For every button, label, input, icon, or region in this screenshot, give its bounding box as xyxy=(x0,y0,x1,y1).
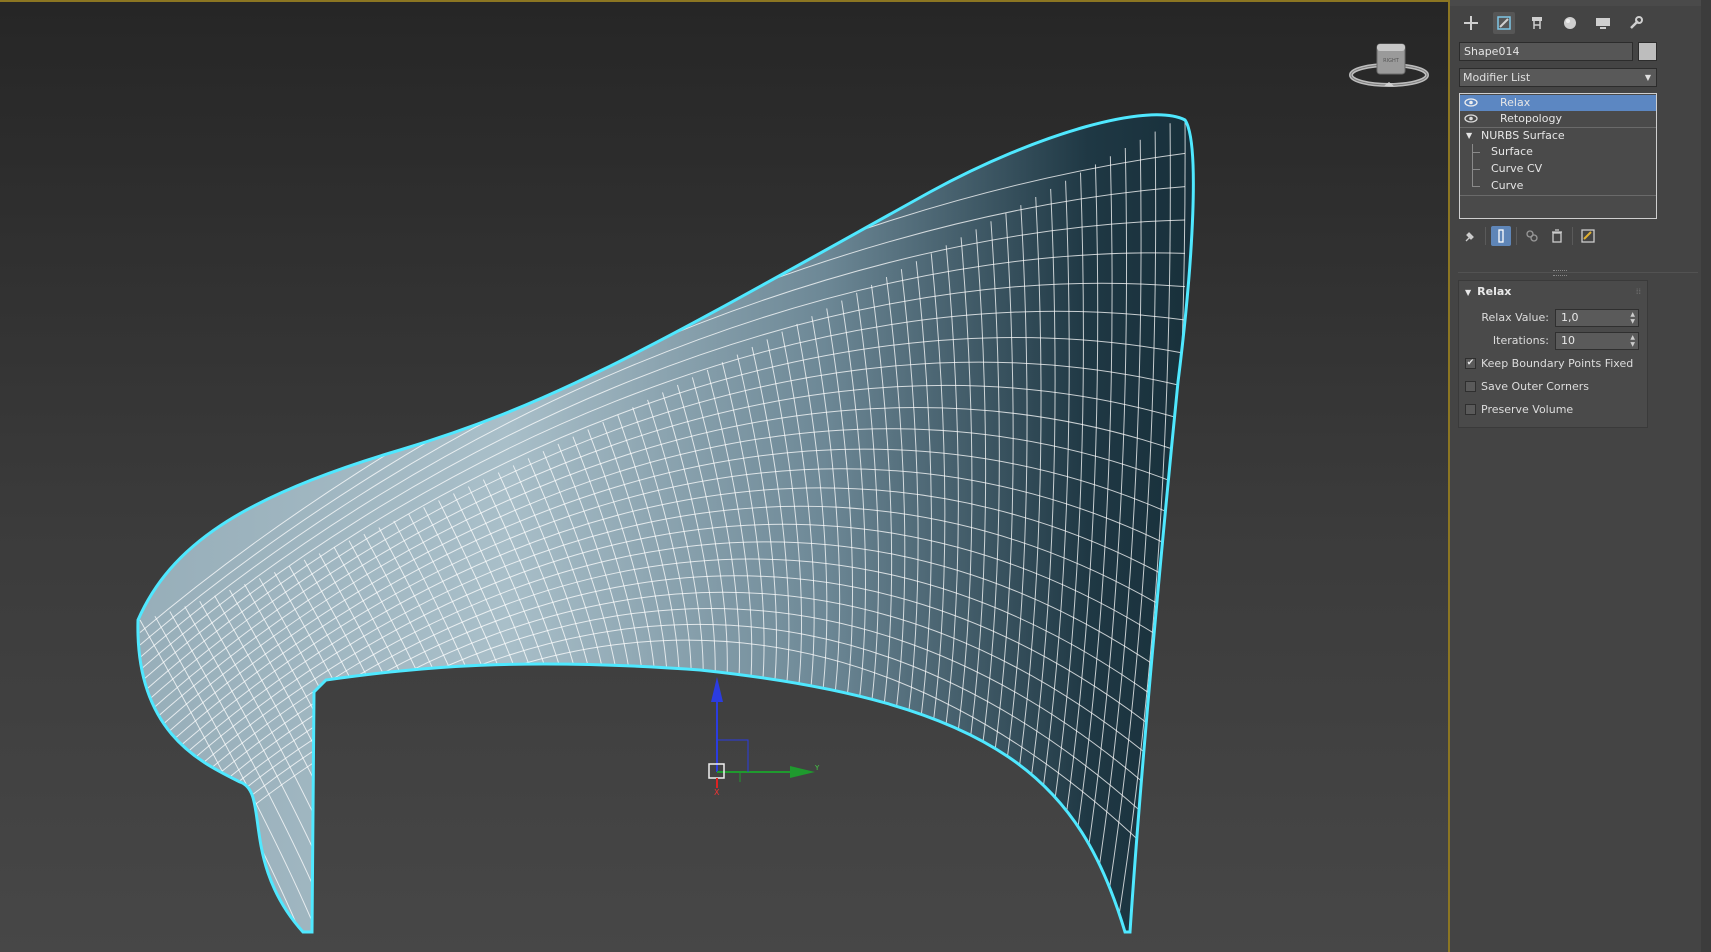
modify-tab[interactable] xyxy=(1493,12,1515,34)
panel-top-strip xyxy=(1450,0,1711,6)
stack-toolbar xyxy=(1460,226,1598,246)
viewport-canvas[interactable]: X Y RIGHT xyxy=(0,2,1450,952)
stack-item-label: Relax xyxy=(1500,96,1531,109)
eye-icon[interactable] xyxy=(1464,98,1478,107)
stack-subitem-surface[interactable]: Surface xyxy=(1460,144,1656,160)
command-panel: Shape014 Modifier List ▼ Relax Retopolog… xyxy=(1450,0,1711,952)
collapse-triangle-icon: ▼ xyxy=(1465,288,1472,297)
pin-icon xyxy=(1465,232,1474,242)
pin-stack-button[interactable] xyxy=(1460,226,1480,246)
transform-gizmo[interactable]: X Y xyxy=(708,677,820,797)
keep-boundary-label: Keep Boundary Points Fixed xyxy=(1481,357,1634,370)
configure-icon xyxy=(1581,229,1595,243)
surface-shape[interactable] xyxy=(137,114,1194,932)
object-name-input[interactable]: Shape014 xyxy=(1459,42,1633,61)
relax-rollout: ▼ Relax ⁞⁞ Relax Value: 1,0 ▲ ▼ Iterations… xyxy=(1458,280,1648,428)
save-outer-corners-checkbox[interactable] xyxy=(1465,381,1476,392)
spinner-arrows-icon[interactable]: ▲ ▼ xyxy=(1630,311,1635,325)
gizmo-x-label: X xyxy=(714,788,720,797)
panel-scrollbar[interactable] xyxy=(1701,0,1711,952)
remove-modifier-button[interactable] xyxy=(1547,226,1567,246)
display-icon xyxy=(1596,18,1610,29)
stack-item-retopology[interactable]: Retopology xyxy=(1460,111,1656,127)
show-end-result-button[interactable] xyxy=(1491,226,1511,246)
eye-icon[interactable] xyxy=(1464,114,1478,123)
make-unique-icon xyxy=(1526,230,1538,242)
toolbar-divider xyxy=(1485,227,1486,245)
stack-subitem-curve[interactable]: Curve xyxy=(1460,178,1656,194)
panel-separator xyxy=(1458,272,1698,273)
toolbar-divider xyxy=(1516,227,1517,245)
expand-triangle-icon[interactable]: ▼ xyxy=(1466,128,1472,144)
trash-icon xyxy=(1552,229,1562,243)
make-unique-button[interactable] xyxy=(1522,226,1542,246)
plus-icon xyxy=(1464,16,1478,30)
wrench-icon xyxy=(1630,16,1643,29)
stack-item-label: NURBS Surface xyxy=(1481,129,1565,142)
viewcube-label: RIGHT xyxy=(1383,58,1400,64)
rollout-drag-handle-icon[interactable]: ⁞⁞ xyxy=(1636,287,1641,296)
viewcube[interactable]: RIGHT xyxy=(1349,43,1429,87)
relax-value-field[interactable]: 1,0 xyxy=(1561,311,1579,324)
stack-separator xyxy=(1460,195,1656,196)
object-color-swatch[interactable] xyxy=(1638,42,1657,61)
stack-subitem-curve-cv[interactable]: Curve CV xyxy=(1460,161,1656,177)
perspective-viewport[interactable]: X Y RIGHT xyxy=(0,0,1450,952)
stack-item-nurbs-surface[interactable]: ▼ NURBS Surface xyxy=(1460,128,1656,144)
toolbar-divider xyxy=(1572,227,1573,245)
save-outer-corners-label: Save Outer Corners xyxy=(1481,380,1589,393)
chevron-down-icon: ▼ xyxy=(1644,73,1651,82)
modifier-stack[interactable]: Relax Retopology ▼ NURBS Surface Surface… xyxy=(1459,93,1657,219)
modifier-list-label: Modifier List xyxy=(1463,71,1531,84)
rollout-title: Relax xyxy=(1477,285,1512,298)
motion-icon xyxy=(1564,17,1576,29)
spinner-arrows-icon[interactable]: ▲ ▼ xyxy=(1630,334,1635,348)
create-tab[interactable] xyxy=(1460,12,1482,34)
stack-item-label: Retopology xyxy=(1500,112,1562,125)
modify-icon xyxy=(1497,16,1511,30)
iterations-label: Iterations: xyxy=(1492,334,1549,347)
show-end-result-icon xyxy=(1498,229,1504,243)
motion-tab[interactable] xyxy=(1559,12,1581,34)
modifier-list-dropdown[interactable]: Modifier List ▼ xyxy=(1459,68,1657,87)
hierarchy-icon xyxy=(1532,17,1542,29)
gizmo-y-label: Y xyxy=(814,764,820,772)
preserve-volume-checkbox[interactable] xyxy=(1465,404,1476,415)
stack-subitem-label: Curve CV xyxy=(1491,162,1543,175)
stack-subitem-label: Surface xyxy=(1491,145,1533,158)
stack-subitem-label: Curve xyxy=(1491,179,1524,192)
panel-grip[interactable] xyxy=(1553,270,1567,276)
keep-boundary-checkbox[interactable]: ✔ xyxy=(1465,358,1476,369)
stack-item-relax[interactable]: Relax xyxy=(1460,95,1656,111)
configure-modifier-sets-button[interactable] xyxy=(1578,226,1598,246)
iterations-field[interactable]: 10 xyxy=(1561,334,1575,347)
command-panel-tabs xyxy=(1460,12,1647,34)
rollout-header[interactable]: ▼ Relax xyxy=(1465,285,1511,298)
display-tab[interactable] xyxy=(1592,12,1614,34)
hierarchy-tab[interactable] xyxy=(1526,12,1548,34)
iterations-spinner[interactable]: 10 ▲ ▼ xyxy=(1555,332,1639,350)
preserve-volume-label: Preserve Volume xyxy=(1481,403,1574,416)
relax-value-label: Relax Value: xyxy=(1481,311,1549,324)
relax-value-spinner[interactable]: 1,0 ▲ ▼ xyxy=(1555,309,1639,327)
utilities-tab[interactable] xyxy=(1625,12,1647,34)
